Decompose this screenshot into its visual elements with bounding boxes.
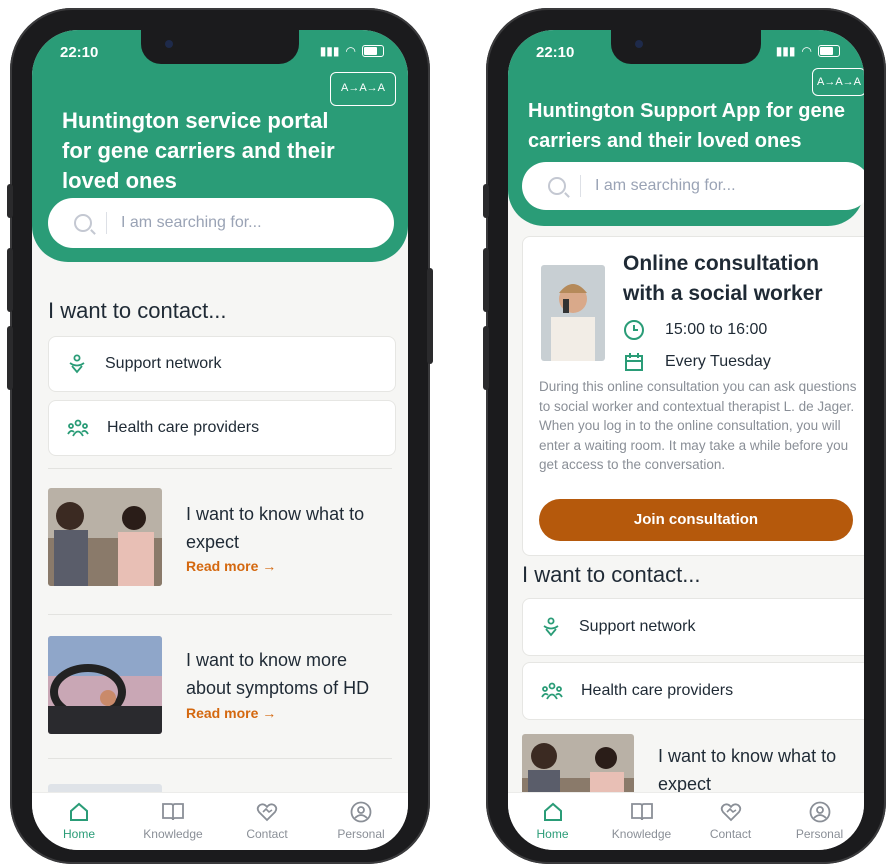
notch [141, 30, 299, 64]
heart-hand-icon [720, 803, 741, 822]
tab-home[interactable]: Home [44, 801, 114, 841]
tab-bar: Home Knowledge Contact Personal [508, 792, 864, 850]
search-icon [74, 214, 92, 232]
side-button [483, 248, 489, 312]
text-size-button[interactable]: A→A→A [330, 72, 396, 106]
article-title[interactable]: I want to know what to expect [186, 500, 396, 556]
status-icons: ▮▮▮ ◠ [320, 44, 384, 58]
tab-personal[interactable]: Personal [785, 801, 855, 841]
tab-contact[interactable]: Contact [232, 801, 302, 841]
card-description: During this online consultation you can … [539, 379, 857, 472]
app-title: Huntington Support App for gene carriers… [528, 100, 845, 152]
article-image-couple[interactable] [48, 488, 162, 586]
contact-support-network[interactable]: Support network [522, 598, 864, 656]
side-button [7, 248, 13, 312]
home-icon [70, 802, 88, 821]
clock-icon [624, 320, 644, 340]
tab-contact[interactable]: Contact [696, 801, 766, 841]
side-button [427, 268, 433, 364]
day-line: Every Tuesday [623, 351, 771, 373]
screen: 22:10 ▮▮▮ ◠ A→A→A Huntington Support App… [508, 30, 864, 850]
article-title[interactable]: I want to know what to expect [658, 742, 864, 798]
phone-left: 22:10 ▮▮▮ ◠ A→A→A Huntington service por… [7, 8, 433, 864]
tab-bar: Home Knowledge Contact Personal [32, 792, 408, 850]
search-icon [548, 177, 566, 195]
battery-icon [818, 45, 840, 57]
home-icon [543, 802, 562, 821]
contact-support-network[interactable]: Support network [48, 336, 396, 392]
search-bar[interactable]: I am searching for... [48, 198, 394, 248]
search-bar[interactable]: I am searching for... [522, 162, 864, 210]
book-icon [630, 803, 653, 821]
people-group-icon [541, 682, 563, 700]
read-more-link[interactable]: Read more → [186, 558, 276, 574]
read-more-link[interactable]: Read more → [186, 705, 276, 721]
join-consultation-button[interactable]: Join consultation [539, 499, 853, 541]
people-group-icon [67, 419, 89, 437]
contact-heading: I want to contact... [522, 562, 701, 587]
app-title: Huntington service portal for gene carri… [62, 108, 335, 193]
text-size-button[interactable]: A→A→A [812, 68, 864, 96]
battery-icon [362, 45, 384, 57]
status-time: 22:10 [536, 44, 575, 61]
heart-hand-icon [543, 617, 559, 637]
screen: 22:10 ▮▮▮ ◠ A→A→A Huntington service por… [32, 30, 408, 850]
tab-home[interactable]: Home [518, 801, 588, 841]
calendar-icon [625, 353, 643, 371]
user-circle-icon [809, 801, 830, 823]
contact-heading: I want to contact... [48, 298, 227, 323]
search-input[interactable]: I am searching for... [595, 177, 736, 195]
contact-label: Support network [579, 618, 696, 635]
signal-icon: ▮▮▮ [775, 44, 796, 58]
social-worker-photo [541, 265, 605, 361]
contact-health-care-providers[interactable]: Health care providers [48, 400, 396, 456]
user-circle-icon [350, 801, 372, 823]
article-image-driving[interactable] [48, 636, 162, 734]
heart-hand-icon [69, 354, 85, 374]
tab-personal[interactable]: Personal [326, 801, 396, 841]
article-title[interactable]: I want to know more about symptoms of HD [186, 646, 396, 702]
status-icons: ▮▮▮ ◠ [776, 44, 840, 58]
contact-label: Health care providers [107, 419, 260, 436]
status-time: 22:10 [60, 44, 99, 61]
tab-knowledge[interactable]: Knowledge [138, 801, 208, 841]
search-input[interactable]: I am searching for... [121, 214, 262, 232]
card-title: Online consultation with a social worker [623, 252, 823, 305]
wifi-icon: ◠ [345, 44, 356, 58]
contact-label: Support network [105, 355, 222, 372]
side-button [7, 184, 13, 218]
contact-label: Health care providers [581, 682, 734, 699]
arrow-right-icon: → [262, 558, 277, 574]
book-icon [162, 803, 184, 821]
consultation-card: Online consultation with a social worker… [522, 236, 864, 556]
wifi-icon: ◠ [801, 44, 812, 58]
tab-knowledge[interactable]: Knowledge [607, 801, 677, 841]
side-button [483, 184, 489, 218]
signal-icon: ▮▮▮ [319, 44, 340, 58]
heart-hand-icon [256, 803, 278, 822]
side-button [7, 326, 13, 390]
side-button [483, 326, 489, 390]
arrow-right-icon: → [262, 705, 277, 721]
phone-right: 22:10 ▮▮▮ ◠ A→A→A Huntington Support App… [483, 8, 886, 864]
contact-health-care-providers[interactable]: Health care providers [522, 662, 864, 720]
notch [611, 30, 761, 64]
time-line: 15:00 to 16:00 [623, 319, 767, 341]
